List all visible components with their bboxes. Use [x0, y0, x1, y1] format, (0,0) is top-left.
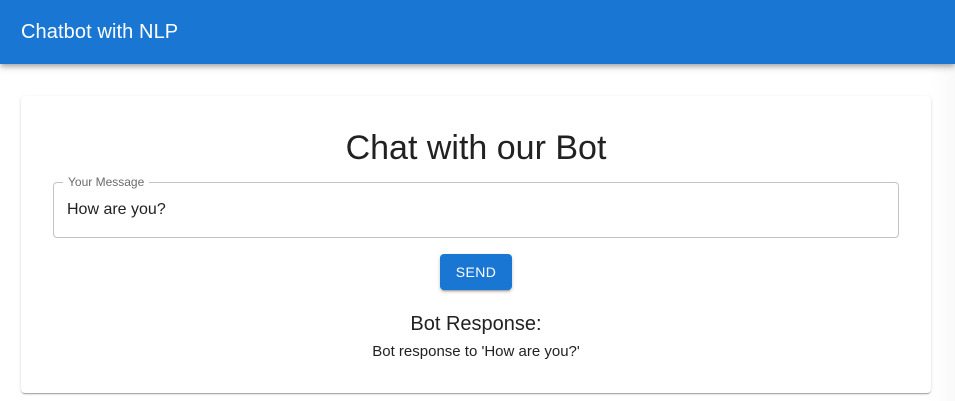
- chat-heading: Chat with our Bot: [345, 129, 607, 167]
- message-field-label: Your Message: [63, 174, 150, 190]
- message-input[interactable]: How are you?: [67, 199, 887, 221]
- bot-response-heading: Bot Response:: [410, 313, 542, 335]
- app-bar: Chatbot with NLP: [0, 0, 955, 64]
- scroll-fade: [931, 64, 955, 401]
- chat-card: Chat with our Bot Your Message How are y…: [21, 96, 931, 393]
- app-title: Chatbot with NLP: [21, 20, 179, 43]
- send-button[interactable]: SEND: [440, 254, 512, 290]
- bot-response-text: Bot response to 'How are you?': [372, 343, 580, 360]
- message-field[interactable]: Your Message How are you?: [53, 174, 899, 238]
